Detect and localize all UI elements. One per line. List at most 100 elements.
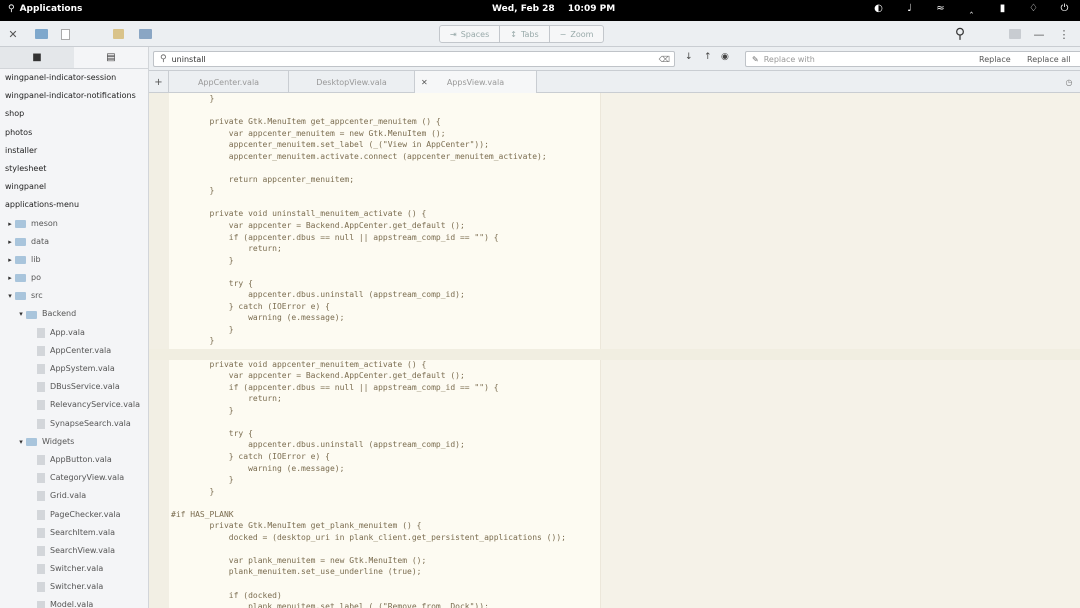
tree-item-label: Switcher.vala [50, 582, 104, 592]
tree-folder[interactable]: ▾ Widgets [0, 433, 148, 451]
tab-appcenter[interactable]: AppCenter.vala [169, 71, 289, 93]
tree-file[interactable]: Switcher.vala [0, 560, 148, 578]
chevron-right-icon[interactable]: ▸ [5, 233, 15, 251]
tree-file[interactable]: RelevancyService.vala [0, 396, 148, 414]
tree-folder[interactable]: ▸ meson [0, 215, 148, 233]
search-previous-button[interactable]: ↑ [704, 52, 712, 62]
save-button[interactable] [110, 25, 126, 43]
tree-file[interactable]: DBusService.vala [0, 378, 148, 396]
volume-icon[interactable]: ♩ [902, 3, 917, 14]
code-text: warning (e.message); [171, 313, 345, 323]
tree-file[interactable]: AppButton.vala [0, 451, 148, 469]
preview-button[interactable] [137, 25, 153, 43]
code-editor[interactable]: } private Gtk.MenuItem get_appcenter_men… [149, 93, 1080, 608]
line-number [149, 566, 169, 578]
applications-menu-button[interactable]: ⚲ Applications [8, 4, 82, 14]
project-item[interactable]: shop [0, 105, 148, 123]
clock[interactable]: Wed, Feb 28 10:09 PM [492, 4, 625, 14]
chevron-right-icon[interactable]: ▸ [5, 215, 15, 233]
close-tab-icon[interactable]: ✕ [421, 78, 428, 87]
line-number [149, 474, 169, 486]
notifications-icon[interactable]: ♢ [1026, 3, 1041, 14]
line-number [149, 335, 169, 347]
line-number [149, 105, 169, 117]
code-line: if (appcenter.dbus == null || appstream_… [149, 232, 1080, 244]
chevron-down-icon[interactable]: ▾ [16, 433, 26, 451]
line-number [149, 463, 169, 475]
new-tab-button[interactable]: + [149, 71, 169, 93]
search-field[interactable]: ⚲ uninstall ⌫ [153, 51, 675, 67]
line-number [149, 255, 169, 267]
view-mode-zoom[interactable]: − Zoom [550, 26, 604, 42]
open-folder-button[interactable] [32, 25, 50, 43]
tree-folder[interactable]: ▸ data [0, 233, 148, 251]
tree-item-label: PageChecker.vala [50, 509, 121, 519]
system-tray: ◐ ♩ ≈ ‸ ▮ ♢ ⏻ [871, 3, 1072, 14]
search-options-button[interactable]: ◉ [721, 52, 729, 62]
project-item[interactable]: installer [0, 142, 148, 160]
close-window-button[interactable]: ✕ [6, 25, 20, 43]
view-mode-switcher: ⇥ Spaces ↕ Tabs − Zoom [439, 25, 605, 43]
search-next-button[interactable]: ↓ [685, 52, 693, 62]
clear-search-icon[interactable]: ⌫ [659, 55, 670, 64]
tab-appsview[interactable]: ✕ AppsView.vala [415, 71, 537, 93]
tree-file[interactable]: Grid.vala [0, 487, 148, 505]
line-number [149, 243, 169, 255]
sidebar-tab-projects[interactable]: ■ [0, 47, 74, 68]
project-item[interactable]: photos [0, 124, 148, 142]
minimize-button[interactable]: — [1032, 25, 1046, 43]
project-item[interactable]: applications-menu [0, 196, 148, 214]
project-item[interactable]: wingpanel-indicator-session [0, 69, 148, 87]
tree-folder[interactable]: ▾ Backend [0, 305, 148, 323]
tree-file[interactable]: AppCenter.vala [0, 342, 148, 360]
tree-file[interactable]: Model.vala [0, 596, 148, 608]
replace-button[interactable]: Replace [979, 51, 1011, 67]
menu-button[interactable]: ⋮ [1056, 25, 1072, 43]
tree-file[interactable]: App.vala [0, 324, 148, 342]
project-item[interactable]: wingpanel-indicator-notifications [0, 87, 148, 105]
night-light-icon[interactable]: ◐ [871, 3, 886, 14]
tree-file[interactable]: CategoryView.vala [0, 469, 148, 487]
tree-file[interactable]: SearchItem.vala [0, 524, 148, 542]
power-icon[interactable]: ⏻ [1057, 3, 1072, 14]
chevron-right-icon[interactable]: ▸ [5, 251, 15, 269]
code-line [149, 266, 1080, 278]
tree-file[interactable]: SynapseSearch.vala [0, 415, 148, 433]
project-item[interactable]: stylesheet [0, 160, 148, 178]
code-text: if (docked) [171, 590, 282, 600]
line-number [149, 278, 169, 290]
line-number [149, 601, 169, 608]
code-text: appcenter_menuitem.activate.connect (app… [171, 151, 547, 161]
chevron-down-icon[interactable]: ▾ [16, 305, 26, 323]
wifi-icon[interactable]: ≈ [933, 3, 948, 14]
tree-folder[interactable]: ▸ lib [0, 251, 148, 269]
bluetooth-icon[interactable]: ‸ [964, 3, 979, 14]
find-button[interactable]: ⚲ [950, 25, 970, 43]
share-button[interactable] [1006, 25, 1024, 43]
chevron-right-icon[interactable]: ▸ [5, 269, 15, 287]
view-mode-spaces[interactable]: ⇥ Spaces [440, 26, 501, 42]
replace-all-button[interactable]: Replace all [1027, 51, 1071, 67]
view-mode-tabs[interactable]: ↕ Tabs [500, 26, 550, 42]
tree-folder[interactable]: ▸ po [0, 269, 148, 287]
battery-icon[interactable]: ▮ [995, 3, 1010, 14]
code-text: var plank_menuitem = new Gtk.MenuItem ()… [171, 555, 427, 565]
code-text: appcenter.dbus.uninstall (appstream_comp… [171, 440, 465, 450]
editor-tabbar: + AppCenter.vala DesktopView.vala ✕ Apps… [149, 71, 1080, 93]
tree-file[interactable]: AppSystem.vala [0, 360, 148, 378]
chevron-down-icon[interactable]: ▾ [5, 287, 15, 305]
tab-history-button[interactable]: ◷ [1058, 71, 1080, 93]
tree-file[interactable]: SearchView.vala [0, 542, 148, 560]
new-file-button[interactable] [58, 25, 72, 43]
tree-file[interactable]: Switcher.vala [0, 578, 148, 596]
code-line: appcenter_menuitem.set_label (_("View in… [149, 139, 1080, 151]
tree-item-label: RelevancyService.vala [50, 400, 140, 410]
tab-desktopview[interactable]: DesktopView.vala [289, 71, 415, 93]
desktop: ⚲ Applications Wed, Feb 28 10:09 PM ◐ ♩ … [0, 0, 1080, 608]
tree-folder[interactable]: ▾ src [0, 287, 148, 305]
tree-file[interactable]: PageChecker.vala [0, 506, 148, 524]
sidebar-tab-symbols[interactable]: ▤ [74, 47, 148, 68]
project-item[interactable]: wingpanel [0, 178, 148, 196]
